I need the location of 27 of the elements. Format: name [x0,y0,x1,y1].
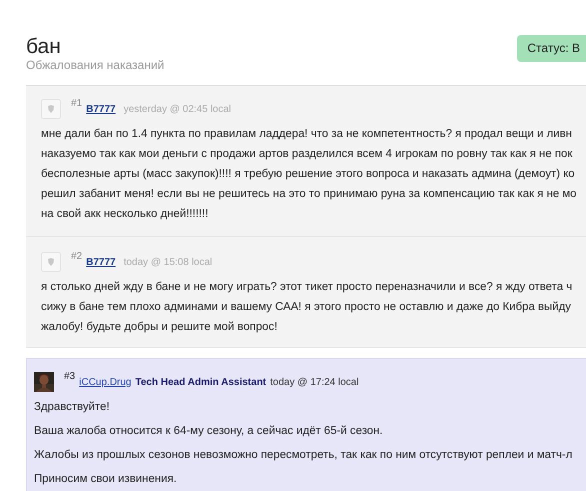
post-number: #1 [71,98,82,109]
post-number: #3 [64,371,76,382]
post-text: бесполезные арты (масс закупок)!!!! я требую решение этого вопроса и наказать админа (демоут) ко [41,167,576,182]
post-text: решил забанит меня! если вы не решитесь на это то принимаю руна за компенсацию так как я не мо [41,187,578,202]
author-link[interactable]: iCCup.Drug [79,376,132,388]
status-badge: Статус: В [517,35,586,62]
author-role: Tech Head Admin Assistant [135,376,266,388]
post-text: наказуемо так как мои деньги с продажи артов разделился всем 4 игрокам по ровну так как я не пок [41,147,574,162]
post-text: сижу в бане тем плохо админами и вашему САА! я этого просто не оставлю и даже до Кибра выйду [41,300,572,315]
author-link[interactable]: B7777 [86,256,116,268]
post-text: Приносим свои извинения. [34,472,178,487]
post-time: today @ 17:24 local [270,376,359,388]
post-text: на свой акк несколько дней!!!!!!! [41,207,210,222]
post-text: жалобу! будьте добры и решите мой вопрос! [41,320,278,335]
post-text: мне дали бан по 1.4 пункта по правилам ладдера! что за не компетентность? я продал вещи и ливн [41,127,573,142]
post-time: yesterday @ 02:45 local [124,104,232,114]
author-link[interactable]: B7777 [86,104,116,114]
page-title: бан [26,35,62,59]
post-text: я столько дней жду в бане и не могу играть? этот тикет просто переназначили и все? я жду ответа ч [41,280,574,295]
post-number: #2 [71,251,82,262]
post-text: Ваша жалоба относится к 64-му сезону, а сейчас идёт 65-й сезон. [34,424,384,439]
page-subtitle: Обжалования наказаний [26,59,164,71]
shield-icon [41,252,61,272]
shield-icon [41,99,61,119]
post-time: today @ 15:08 local [124,256,212,268]
post-text: Жалобы из прошлых сезонов невозможно пересмотреть, так как по ним отсутствуют реплеи и матч-л [34,448,574,463]
post-text: Здравствуйте! [34,400,110,415]
